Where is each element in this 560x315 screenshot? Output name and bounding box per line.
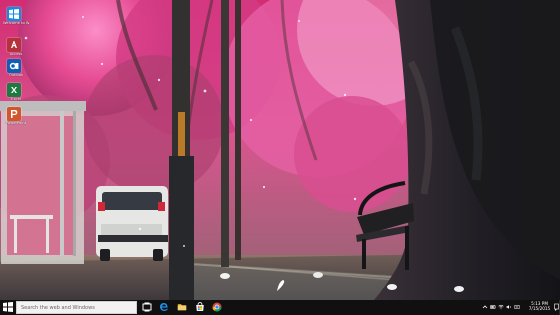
chrome-icon: [212, 302, 222, 312]
desktop-icon-welcome-to-windows[interactable]: Welcome to Windows: [3, 7, 29, 29]
taskbar-search-box[interactable]: Search the web and Windows: [16, 301, 137, 314]
edge-button[interactable]: [156, 300, 171, 315]
outlook-icon: [7, 59, 21, 73]
clock-date: 7/15/2015: [528, 306, 551, 311]
desktop-icon-label: Welcome to Windows: [3, 21, 29, 25]
task-view-button[interactable]: [139, 300, 154, 315]
system-tray: 5:13 PM 7/15/2015: [482, 300, 560, 315]
desktop-icon-outlook[interactable]: Outlook: [3, 59, 29, 81]
chevron-up-icon[interactable]: [482, 304, 488, 310]
store-button[interactable]: [192, 300, 207, 315]
desktop-icon-label: PowerPoint: [5, 121, 27, 125]
desktop-icons: Welcome to Windows Access Outlook Excel: [3, 4, 29, 126]
store-icon: [196, 302, 204, 311]
desktop: Welcome to Windows Access Outlook Excel: [0, 0, 560, 300]
wifi-icon[interactable]: [498, 304, 504, 310]
taskbar: Search the web and Windows 5:13 PM 7/15/…: [0, 300, 560, 315]
file-explorer-button[interactable]: [174, 300, 189, 315]
task-view-icon: [142, 302, 152, 312]
excel-icon: [7, 83, 21, 97]
battery-icon[interactable]: [490, 304, 496, 310]
windows-icon: [7, 7, 21, 21]
desktop-icon-powerpoint[interactable]: PowerPoint: [3, 107, 29, 129]
edge-icon: [160, 303, 168, 311]
desktop-icon-label: Access: [9, 52, 23, 56]
chrome-button[interactable]: [209, 300, 224, 315]
desktop-icon-label: Outlook: [8, 73, 24, 77]
desktop-icon-label: Excel: [11, 97, 21, 101]
start-button[interactable]: [0, 300, 16, 315]
powerpoint-icon: [7, 107, 21, 121]
search-placeholder: Search the web and Windows: [21, 305, 95, 311]
access-icon: [7, 38, 21, 52]
windows-start-icon: [3, 302, 13, 312]
cherry-blossom-wallpaper: [0, 0, 560, 300]
taskbar-clock[interactable]: 5:13 PM 7/15/2015: [527, 301, 552, 314]
language-icon[interactable]: [514, 304, 520, 310]
volume-icon[interactable]: [506, 304, 512, 310]
desktop-icon-excel[interactable]: Excel: [3, 83, 29, 105]
desktop-icon-access[interactable]: Access: [3, 38, 29, 60]
file-explorer-icon: [177, 304, 187, 311]
